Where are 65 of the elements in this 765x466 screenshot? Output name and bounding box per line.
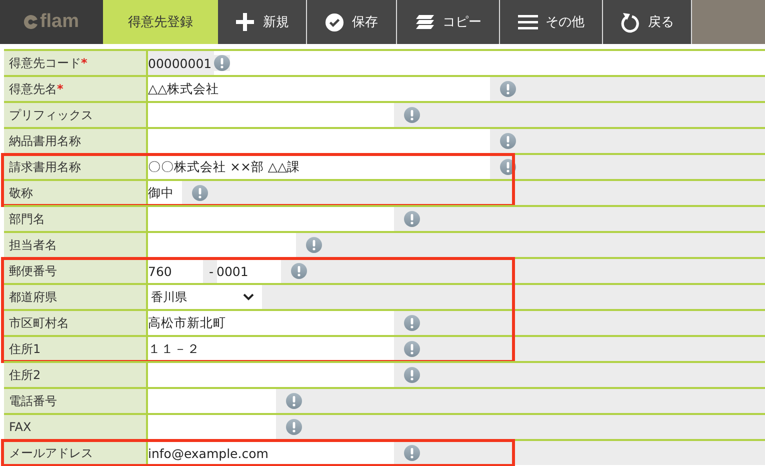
toolbar-button[interactable]: コピー: [397, 0, 500, 44]
info-icon[interactable]: [500, 159, 516, 175]
input-field[interactable]: １１－２: [148, 337, 394, 361]
code-field: 00000001: [148, 51, 214, 75]
field-label-text: 住所1: [9, 340, 41, 358]
info-icon[interactable]: [404, 315, 420, 331]
input-field[interactable]: [148, 103, 394, 127]
chevron-icon: [243, 293, 254, 301]
field-label-text: 電話番号: [9, 392, 57, 410]
field-label-text: 郵便番号: [9, 262, 57, 280]
info-icon[interactable]: [286, 393, 302, 409]
info-icon[interactable]: [306, 237, 322, 253]
field-label-text: 担当者名: [9, 236, 57, 254]
input-field[interactable]: [148, 363, 394, 387]
field-label-text: 都道府県: [9, 288, 57, 306]
input-field[interactable]: 〇〇株式会社 ××部 △△課: [148, 155, 490, 179]
field-label-text: 納品書用名称: [9, 132, 81, 150]
required-mark: *: [81, 56, 88, 70]
info-icon[interactable]: [404, 107, 420, 123]
field-label-text: プリフィックス: [9, 106, 93, 124]
field-label-text: メールアドレス: [9, 444, 93, 462]
info-icon[interactable]: [500, 133, 516, 149]
refresh-icon: [620, 12, 640, 32]
toolbar-button[interactable]: 戻る: [603, 0, 692, 44]
toolbar-button[interactable]: 新規: [218, 0, 307, 44]
toolbar-tab[interactable]: 得意先登録: [103, 0, 218, 44]
menu-icon: [518, 14, 538, 30]
input-field[interactable]: 高松市新北町: [148, 311, 394, 335]
info-icon[interactable]: [290, 263, 307, 279]
field-label-text: 得意先コード: [9, 54, 81, 72]
input-field[interactable]: info@example.com: [148, 441, 394, 465]
field-label-text: 得意先名: [9, 80, 57, 98]
field-label-text: 請求書用名称: [9, 158, 81, 176]
info-icon[interactable]: [192, 185, 208, 201]
prefecture-select[interactable]: 香川県: [148, 285, 262, 309]
plus-icon: [235, 12, 255, 32]
input-field[interactable]: [148, 233, 296, 257]
info-icon[interactable]: [404, 341, 420, 357]
info-icon[interactable]: [286, 419, 302, 435]
field-label-text: 敬称: [9, 184, 33, 202]
logo-text: flam: [40, 11, 80, 33]
input-field[interactable]: 0001: [216, 259, 281, 283]
info-icon[interactable]: [500, 81, 516, 97]
input-field[interactable]: [148, 389, 276, 413]
input-field[interactable]: 760: [148, 259, 203, 283]
required-mark: *: [57, 82, 64, 96]
info-icon[interactable]: [404, 211, 420, 227]
field-label-text: 住所2: [9, 366, 41, 384]
info-icon[interactable]: [214, 55, 230, 71]
field-label-text: FAX: [9, 420, 32, 434]
input-field[interactable]: [148, 207, 394, 231]
field-label-text: 部門名: [9, 210, 45, 228]
toolbar-button[interactable]: その他: [500, 0, 603, 44]
info-icon[interactable]: [404, 367, 420, 383]
info-icon[interactable]: [404, 445, 420, 461]
input-field[interactable]: [148, 129, 490, 153]
postal-separator: -: [208, 264, 215, 278]
input-field[interactable]: 御中: [148, 181, 182, 205]
toolbar-button[interactable]: 保存: [307, 0, 397, 44]
input-field[interactable]: △△株式会社: [148, 77, 490, 101]
logo-icon: [24, 15, 38, 29]
input-field[interactable]: [148, 415, 276, 439]
field-label-text: 市区町村名: [9, 314, 69, 332]
check-icon: [325, 12, 344, 32]
stack-icon: [414, 13, 434, 31]
